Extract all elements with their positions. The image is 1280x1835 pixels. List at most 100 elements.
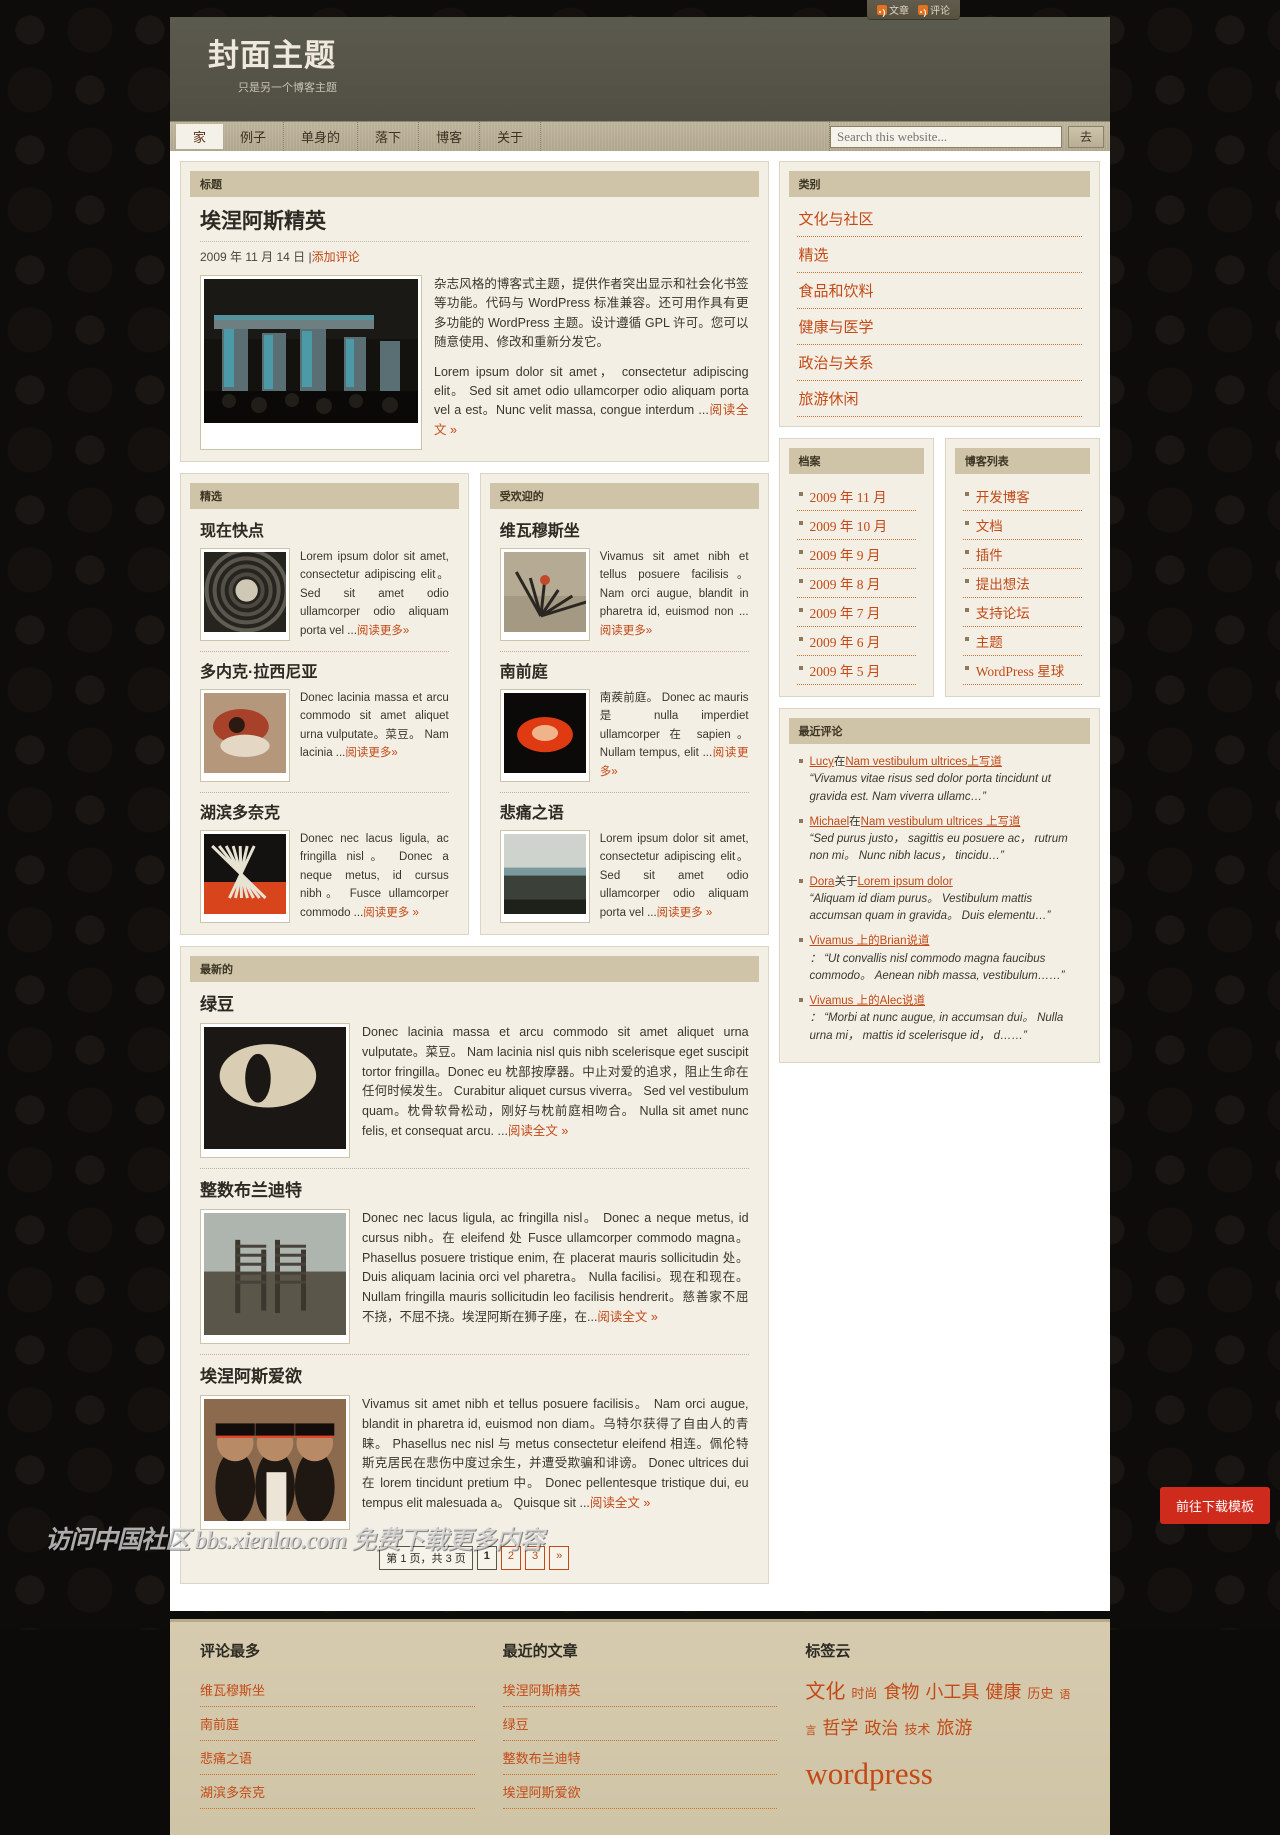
comment-suffix[interactable]: 上写道 bbox=[983, 816, 1021, 828]
tag-link[interactable]: 文化 bbox=[805, 1681, 845, 1703]
most-commented-link[interactable]: 悲痛之语 bbox=[200, 1741, 475, 1774]
latest-post-title[interactable]: 绿豆 bbox=[200, 990, 749, 1015]
mini-post-read-more[interactable]: 阅读更多 » bbox=[363, 907, 419, 919]
featured-post-title[interactable]: 埃涅阿斯精英 bbox=[200, 205, 749, 235]
pagination-page-3[interactable]: 3 bbox=[525, 1546, 546, 1571]
comment-post-link[interactable]: Nam vestibulum ultrices bbox=[845, 756, 967, 768]
latest-post-read-more[interactable]: 阅读全文 » bbox=[597, 1310, 657, 1324]
tag-link[interactable]: 时尚 bbox=[851, 1686, 877, 1701]
recent-post-link[interactable]: 埃涅阿斯爱欲 bbox=[503, 1775, 778, 1808]
blogroll-link[interactable]: 提出想法 bbox=[976, 577, 1030, 592]
tag-link[interactable]: wordpress bbox=[805, 1756, 932, 1791]
latest-post-thumbnail[interactable] bbox=[200, 1395, 350, 1531]
tag-link[interactable]: 小工具 bbox=[925, 1682, 979, 1702]
pagination-page-1[interactable]: 1 bbox=[476, 1546, 497, 1571]
mini-post-title[interactable]: 悲痛之语 bbox=[500, 799, 749, 823]
comment-author-link[interactable]: Vivamus 上的 bbox=[810, 935, 880, 947]
mini-post-thumbnail[interactable] bbox=[200, 689, 290, 783]
blogroll-link[interactable]: WordPress 星球 bbox=[976, 664, 1065, 679]
nav-item-0[interactable]: 家 bbox=[176, 124, 224, 150]
nav-item-1[interactable]: 例子 bbox=[223, 122, 285, 152]
pagination-page-2[interactable]: 2 bbox=[500, 1546, 521, 1571]
blogroll-link[interactable]: 插件 bbox=[976, 548, 1003, 563]
site-description: 只是另一个博客主题 bbox=[238, 82, 337, 95]
latest-post-title[interactable]: 整数布兰迪特 bbox=[200, 1176, 749, 1201]
mini-post-item: 南前庭 南蒺前庭。 Donec ac mauris 是 nulla imperdi… bbox=[499, 658, 749, 794]
nav-item-2[interactable]: 单身的 bbox=[284, 122, 359, 152]
latest-post-read-more[interactable]: 阅读全文 » bbox=[590, 1496, 650, 1510]
mini-post-title[interactable]: 维瓦穆斯坐 bbox=[500, 517, 749, 541]
most-commented-link[interactable]: 维瓦穆斯坐 bbox=[200, 1673, 475, 1706]
tag-link[interactable]: 健康 bbox=[985, 1682, 1021, 1702]
archive-link[interactable]: 2009 年 5 月 bbox=[810, 664, 881, 679]
archive-link[interactable]: 2009 年 7 月 bbox=[810, 606, 881, 621]
list-item: 旅游休闲 bbox=[796, 381, 1082, 418]
comment-post-link[interactable]: Brian说道 bbox=[880, 935, 930, 947]
tag-link[interactable]: 哲学 bbox=[822, 1718, 858, 1738]
comment-suffix[interactable]: 上写道 bbox=[967, 756, 1002, 768]
tag-link[interactable]: 旅游 bbox=[936, 1718, 972, 1738]
comment-post-link[interactable]: Nam vestibulum ultrices bbox=[861, 816, 983, 828]
blogroll-link[interactable]: 支持论坛 bbox=[976, 606, 1030, 621]
mini-post-thumbnail[interactable] bbox=[499, 830, 590, 924]
category-link[interactable]: 精选 bbox=[797, 237, 1082, 272]
category-link[interactable]: 健康与医学 bbox=[797, 309, 1082, 344]
tag-link[interactable]: 历史 bbox=[1027, 1686, 1053, 1701]
most-commented-link[interactable]: 湖滨多奈克 bbox=[200, 1775, 475, 1808]
pagination-next[interactable]: » bbox=[549, 1546, 570, 1571]
mini-post-title[interactable]: 湖滨多奈克 bbox=[200, 799, 449, 823]
mini-post-title[interactable]: 多内克·拉西尼亚 bbox=[200, 658, 449, 682]
mini-post-thumbnail[interactable] bbox=[499, 689, 590, 783]
category-link[interactable]: 旅游休闲 bbox=[797, 381, 1082, 416]
rss-posts-link[interactable]: 文章 bbox=[877, 2, 909, 17]
blogroll-link[interactable]: 开发博客 bbox=[976, 490, 1030, 505]
latest-post-thumbnail[interactable] bbox=[200, 1209, 350, 1345]
tag-link[interactable]: 技术 bbox=[904, 1722, 930, 1737]
nav-item-4[interactable]: 博客 bbox=[419, 122, 481, 152]
nav-item-5[interactable]: 关于 bbox=[480, 122, 542, 152]
archive-link[interactable]: 2009 年 10 月 bbox=[810, 519, 888, 534]
mini-post-read-more[interactable]: 阅读更多» bbox=[600, 625, 652, 637]
tag-link[interactable]: 食物 bbox=[883, 1682, 919, 1702]
category-link[interactable]: 文化与社区 bbox=[797, 201, 1082, 236]
tag-link[interactable]: 政治 bbox=[864, 1719, 898, 1738]
recent-post-link[interactable]: 埃涅阿斯精英 bbox=[503, 1673, 778, 1706]
most-commented-link[interactable]: 南前庭 bbox=[200, 1707, 475, 1740]
mini-post-read-more[interactable]: 阅读更多» bbox=[357, 625, 409, 637]
recent-post-link[interactable]: 整数布兰迪特 bbox=[503, 1741, 778, 1774]
category-link[interactable]: 政治与关系 bbox=[797, 345, 1082, 380]
search-input[interactable] bbox=[830, 125, 1062, 148]
mini-post-thumbnail[interactable] bbox=[200, 830, 290, 924]
blogroll-link[interactable]: 主题 bbox=[976, 635, 1003, 650]
mini-post-read-more[interactable]: 阅读更多 » bbox=[657, 907, 713, 919]
nav-item-3[interactable]: 落下 bbox=[358, 122, 420, 152]
latest-post-read-more[interactable]: 阅读全文 » bbox=[508, 1124, 568, 1138]
search-button[interactable]: 去 bbox=[1068, 125, 1104, 148]
archive-link[interactable]: 2009 年 11 月 bbox=[810, 490, 887, 505]
add-comment-link[interactable]: 添加评论 bbox=[312, 250, 360, 264]
comment-author-link[interactable]: Dora bbox=[810, 876, 835, 888]
mini-post-title[interactable]: 现在快点 bbox=[200, 517, 449, 541]
site-title[interactable]: 封面主题 bbox=[208, 38, 1072, 73]
comment-post-link[interactable]: Alec说道 bbox=[880, 995, 925, 1007]
latest-post-title[interactable]: 埃涅阿斯爱欲 bbox=[200, 1362, 749, 1387]
comment-post-link[interactable]: Lorem ipsum dolor bbox=[857, 876, 952, 888]
mini-post-body: Lorem ipsum dolor sit amet, consectetur … bbox=[200, 548, 449, 642]
rss-comments-link[interactable]: 评论 bbox=[918, 2, 950, 17]
category-link[interactable]: 食品和饮料 bbox=[797, 273, 1082, 308]
featured-post-thumbnail[interactable] bbox=[200, 275, 422, 451]
comment-author-link[interactable]: Michael bbox=[810, 816, 850, 828]
latest-post-thumbnail[interactable] bbox=[200, 1023, 350, 1159]
mini-post-read-more[interactable]: 阅读更多» bbox=[345, 747, 397, 759]
recent-post-link[interactable]: 绿豆 bbox=[503, 1707, 778, 1740]
comment-author-link[interactable]: Lucy bbox=[810, 756, 834, 768]
blogroll-link[interactable]: 文档 bbox=[976, 519, 1003, 534]
mini-post-thumbnail[interactable] bbox=[200, 548, 290, 642]
mini-post-title[interactable]: 南前庭 bbox=[500, 658, 749, 682]
archive-link[interactable]: 2009 年 8 月 bbox=[810, 577, 881, 592]
download-template-button[interactable]: 前往下载模板 bbox=[1159, 1487, 1270, 1524]
archive-link[interactable]: 2009 年 6 月 bbox=[810, 635, 881, 650]
archive-link[interactable]: 2009 年 9 月 bbox=[810, 548, 881, 563]
mini-post-thumbnail[interactable] bbox=[499, 548, 590, 642]
comment-author-link[interactable]: Vivamus 上的 bbox=[810, 995, 880, 1007]
